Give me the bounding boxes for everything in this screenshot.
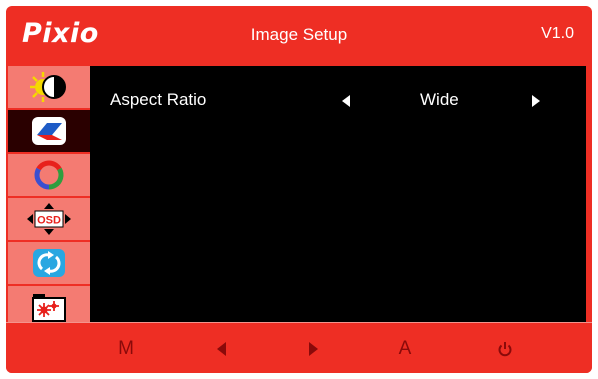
svg-text:OSD: OSD <box>37 215 61 227</box>
aspect-ratio-label: Aspect Ratio <box>110 90 207 109</box>
right-arrow-icon <box>308 341 318 356</box>
osd-header: Pixio Image Setup V1.0 <box>6 6 592 66</box>
sidebar-item-osd-setting[interactable]: OSD <box>8 198 90 240</box>
osd-footer: M A <box>6 322 592 373</box>
left-button[interactable] <box>206 323 236 373</box>
sidebar-item-image-setup[interactable] <box>8 110 90 152</box>
sidebar-item-color-setting[interactable] <box>8 154 90 196</box>
image-setup-icon <box>32 117 66 145</box>
osd-setting-icon: OSD <box>27 203 71 235</box>
power-icon <box>498 341 512 356</box>
auto-button[interactable]: A <box>390 323 420 373</box>
sidebar-item-brightness-contrast[interactable] <box>8 66 90 108</box>
sidebar: OSD <box>8 66 90 322</box>
page-title: Image Setup <box>250 25 348 44</box>
brightness-contrast-icon <box>30 72 66 102</box>
sidebar-item-reset[interactable] <box>8 242 90 284</box>
power-button[interactable] <box>490 323 520 373</box>
aspect-ratio-value[interactable]: Wide <box>420 90 459 110</box>
auto-button-label: A <box>398 337 412 359</box>
setting-row-aspect-ratio[interactable]: Aspect Ratio Wide <box>110 86 580 114</box>
settings-panel: Aspect Ratio Wide <box>90 66 586 322</box>
left-arrow-icon[interactable] <box>342 95 350 107</box>
right-button[interactable] <box>298 323 328 373</box>
right-arrow-icon[interactable] <box>532 95 540 107</box>
color-setting-icon <box>34 160 64 190</box>
misc-setting-icon <box>32 294 66 322</box>
version-label: V1.0 <box>541 25 574 42</box>
reset-icon <box>33 249 65 277</box>
osd-frame: Pixio Image Setup V1.0 OSD Aspect Ratio … <box>6 6 592 373</box>
menu-button-label: M <box>118 337 134 359</box>
menu-button[interactable]: M <box>106 323 146 373</box>
left-arrow-icon <box>216 341 226 356</box>
